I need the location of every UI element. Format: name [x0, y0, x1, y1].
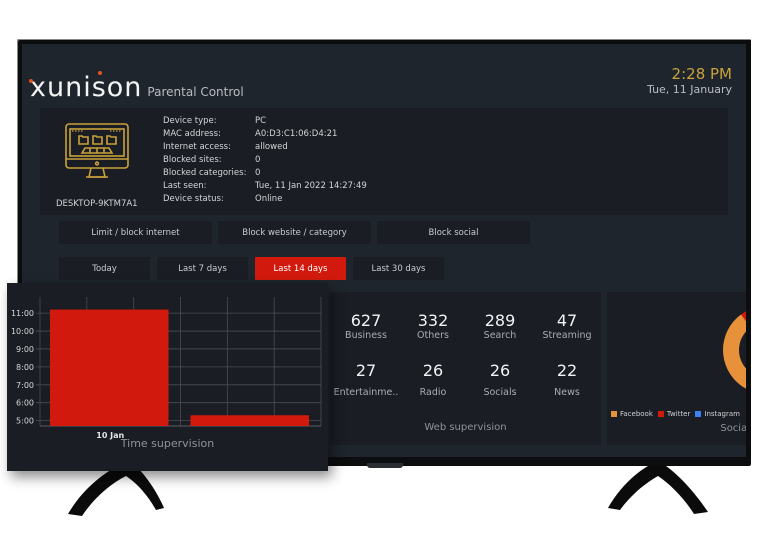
info-row-blocked-sites: Blocked sites: 0: [163, 154, 367, 167]
time-supervision-card: 5:00 6:00 7:00 8:00 9:00 10:00 11:00 10 Jan Tim…: [7, 283, 328, 471]
stat-others: 332 Others: [400, 312, 466, 341]
block-website-category-button[interactable]: Block website / category: [218, 221, 371, 244]
info-row-device-type: Device type: PC: [163, 115, 367, 128]
legend-twitter: Twitter: [657, 410, 691, 418]
clock: 2:28 PM Tue, 11 January: [647, 66, 732, 96]
web-supervision-panel: 627 Business 332 Others 289 Search 47 Stream…: [330, 292, 601, 445]
y-tick-label: 9:00: [16, 345, 34, 354]
y-tick-label: 10:00: [11, 327, 34, 336]
legend-facebook: Facebook: [611, 410, 653, 418]
info-label: Internet access:: [163, 142, 231, 152]
info-value: 0: [255, 155, 261, 165]
y-tick-label: 11:00: [11, 309, 34, 318]
legend-instagram: Instagram: [695, 410, 740, 418]
social-donut-chart: [723, 311, 746, 389]
stat-news: 22 News: [534, 362, 600, 398]
stat-business: 627 Business: [333, 312, 399, 341]
stat-value: 26: [422, 361, 444, 380]
tab-today[interactable]: Today: [59, 257, 150, 280]
legend-swatch-twitter: [657, 411, 664, 417]
clock-date: Tue, 11 January: [647, 82, 732, 96]
info-label: Device status:: [163, 194, 224, 204]
tab-last-30-days[interactable]: Last 30 days: [353, 257, 444, 280]
tab-last-14-days[interactable]: Last 14 days: [255, 257, 346, 280]
stat-streaming: 47 Streaming: [534, 312, 600, 341]
info-row-blocked-categories: Blocked categories: 0: [163, 167, 367, 180]
limit-block-internet-button[interactable]: Limit / block internet: [59, 221, 212, 244]
info-value: 0: [255, 168, 261, 178]
stat-label: Entertainme..: [333, 386, 399, 398]
stat-label: Search: [483, 329, 517, 341]
tab-last-7-days[interactable]: Last 7 days: [157, 257, 248, 280]
brand-name: unison: [46, 72, 143, 103]
social-panel: Facebook Twitter Instagram Social: [607, 292, 746, 445]
device-card: DESKTOP-9KTM7A1 Device type: PC MAC addre…: [40, 108, 728, 215]
stat-value: 627: [350, 311, 382, 330]
info-label: MAC address:: [163, 129, 221, 139]
y-tick-label: 7:00: [16, 381, 34, 390]
desktop-computer-icon: [65, 123, 129, 178]
stat-label: News: [554, 386, 580, 398]
legend-swatch-instagram: [695, 411, 702, 417]
logo-dot-icon: [29, 79, 33, 83]
stat-value: 22: [556, 361, 578, 380]
info-value: A0:D3:C1:06:D4:21: [255, 129, 338, 139]
stat-value: 47: [556, 311, 578, 330]
tv-stand-right: [608, 466, 708, 514]
info-value: allowed: [255, 142, 288, 152]
web-supervision-title: Web supervision: [424, 422, 507, 433]
app-subtitle: Parental Control: [147, 85, 244, 99]
logo-wordmark: xunison: [29, 71, 143, 103]
stat-entertainment: 27 Entertainme..: [333, 362, 399, 398]
info-value: PC: [255, 116, 267, 126]
y-tick-label: 8:00: [16, 363, 34, 372]
stat-radio: 26 Radio: [400, 362, 466, 398]
y-tick-label: 5:00: [16, 417, 34, 426]
device-name: DESKTOP-9KTM7A1: [56, 199, 138, 209]
info-label: Device type:: [163, 116, 217, 126]
stat-search: 289 Search: [467, 312, 533, 341]
brand-logo: xunison Parental Control: [29, 71, 244, 103]
info-value: Online: [255, 194, 283, 204]
social-legend: Facebook Twitter Instagram: [611, 410, 745, 418]
info-row-internet-access: Internet access: allowed: [163, 141, 367, 154]
logo-dot-icon: [98, 71, 102, 75]
info-label: Last seen:: [163, 181, 207, 191]
block-social-button[interactable]: Block social: [377, 221, 530, 244]
stat-value: 27: [355, 361, 377, 380]
logo-x-glyph: x: [30, 72, 47, 103]
stat-label: Others: [417, 329, 449, 341]
info-row-mac-address: MAC address: A0:D3:C1:06:D4:21: [163, 128, 367, 141]
clock-time: 2:28 PM: [671, 65, 732, 83]
stat-value: 289: [484, 311, 516, 330]
legend-swatch-facebook: [611, 411, 617, 417]
bar-11-jan: [190, 415, 309, 426]
legend-label: Twitter: [666, 410, 691, 418]
social-title: Social: [720, 423, 746, 434]
bar-10-jan: [50, 309, 169, 426]
stat-value: 26: [489, 361, 511, 380]
stat-value: 332: [417, 311, 449, 330]
info-label: Blocked categories:: [163, 168, 247, 178]
stat-socials: 26 Socials: [467, 362, 533, 398]
info-label: Blocked sites:: [163, 155, 222, 165]
y-tick-label: 6:00: [16, 399, 34, 408]
stat-label: Business: [345, 329, 387, 341]
info-row-device-status: Device status: Online: [163, 193, 367, 206]
stat-label: Socials: [483, 386, 517, 398]
legend-label: Facebook: [620, 410, 653, 418]
device-info-list: Device type: PC MAC address: A0:D3:C1:06:D…: [163, 115, 367, 206]
stat-label: Streaming: [542, 329, 592, 341]
time-supervision-title: Time supervision: [120, 437, 215, 450]
tv-logo-lip: [367, 463, 403, 468]
stat-label: Radio: [419, 386, 447, 398]
info-value: Tue, 11 Jan 2022 14:27:49: [255, 181, 367, 191]
info-row-last-seen: Last seen: Tue, 11 Jan 2022 14:27:49: [163, 180, 367, 193]
legend-label: Instagram: [704, 410, 740, 418]
time-supervision-chart: 5:006:007:008:009:0010:0011:0010 Jan: [11, 297, 322, 440]
donut-slice-facebook: [723, 314, 746, 389]
